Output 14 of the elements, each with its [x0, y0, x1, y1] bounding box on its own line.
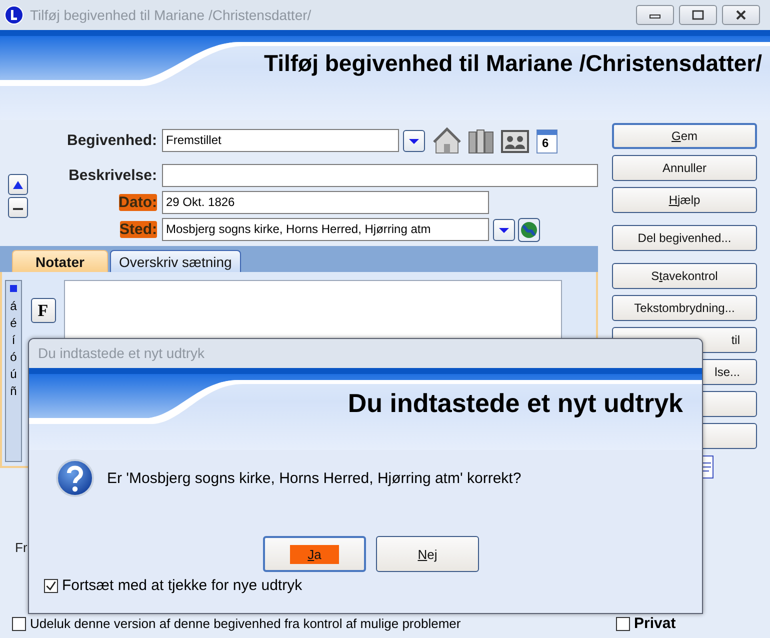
window-title: Tilføj begivenhed til Mariane /Christensdatter/ — [30, 7, 312, 23]
dialog-heading: Du indtastede et nyt udtryk — [348, 388, 683, 419]
field-label: Dato: — [118, 194, 157, 211]
checkbox-label: Fortsæt med at tjekke for nye udtryk — [62, 577, 302, 594]
banner-heading: Tilføj begivenhed til Mariane /Christensdatter/ — [264, 50, 762, 77]
dialog-title: Du indtastede et nyt udtryk — [29, 339, 702, 368]
field-label: Beskrivelse: — [68, 167, 157, 184]
field-label: Fr — [15, 540, 28, 555]
calendar-day: 6 — [542, 136, 549, 150]
checkbox-label: Privat — [634, 615, 676, 632]
field-label: Sted: — [120, 221, 157, 238]
checkbox-label: Udeluk denne version af denne begivenhed fra kontrol af mulige problemer — [30, 616, 461, 631]
field-label: Begivenhed: — [66, 132, 157, 149]
dialog-message: Er 'Mosbjerg sogns kirke, Horns Herred, Hjørring atm' korrekt? — [107, 470, 522, 486]
